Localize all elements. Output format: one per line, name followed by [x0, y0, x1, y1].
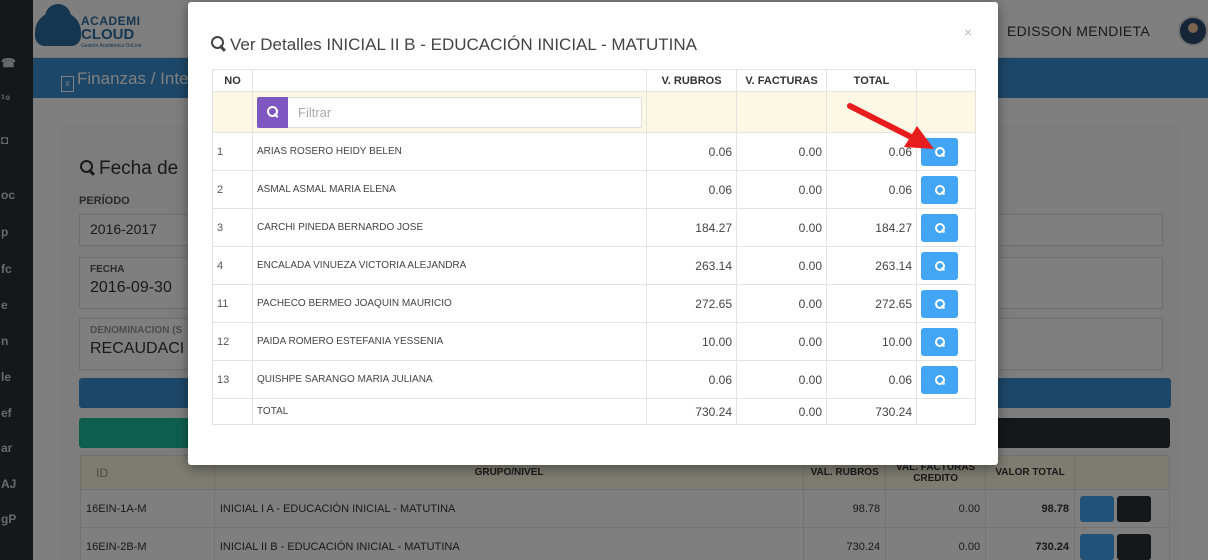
- modal-title-text: Ver Detalles INICIAL II B - EDUCACIÓN IN…: [230, 35, 697, 54]
- row-number: 13: [212, 360, 253, 399]
- row-total: 263.14: [826, 246, 917, 285]
- table-row: 2 ASMAL ASMAL MARIA ELENA 0.06 0.00 0.06: [212, 170, 976, 209]
- filter-cell-empty: [646, 91, 737, 133]
- table-row: 13 QUISHPE SARANGO MARIA JULIANA 0.06 0.00 0…: [212, 360, 976, 399]
- col-actions: [916, 69, 976, 92]
- row-number: 3: [212, 208, 253, 247]
- filter-cell-empty: [212, 91, 253, 133]
- row-actions: [916, 208, 976, 247]
- table-row: 1 ARIAS ROSERO HEIDY BELEN 0.06 0.00 0.06: [212, 132, 976, 171]
- col-total: TOTAL: [826, 69, 917, 92]
- search-icon: [211, 36, 226, 51]
- row-actions: [916, 360, 976, 399]
- row-facturas: 0.00: [736, 360, 827, 399]
- row-facturas: 0.00: [736, 322, 827, 361]
- filter-search-button[interactable]: [257, 96, 288, 128]
- row-number: 12: [212, 322, 253, 361]
- filter-cell-empty: [916, 91, 976, 133]
- total-empty: [212, 398, 253, 425]
- search-icon: [934, 298, 945, 309]
- total-rubros: 730.24: [646, 398, 737, 425]
- row-actions: [916, 132, 976, 171]
- row-actions: [916, 322, 976, 361]
- col-v-facturas: V. FACTURAS: [736, 69, 827, 92]
- student-name: PAIDA ROMERO ESTEFANIA YESSENIA: [252, 322, 647, 361]
- student-name: QUISHPE SARANGO MARIA JULIANA: [252, 360, 647, 399]
- search-icon: [934, 146, 945, 157]
- search-icon: [934, 184, 945, 195]
- search-icon: [934, 336, 945, 347]
- row-total: 0.06: [826, 170, 917, 209]
- row-number: 11: [212, 284, 253, 323]
- row-total: 0.06: [826, 360, 917, 399]
- students-table: NO V. RUBROS V. FACTURAS TOTAL Filtrar 1…: [212, 69, 976, 425]
- student-name: ARIAS ROSERO HEIDY BELEN: [252, 132, 647, 171]
- row-rubros: 272.65: [646, 284, 737, 323]
- row-total: 10.00: [826, 322, 917, 361]
- total-row: TOTAL 730.24 0.00 730.24: [212, 398, 976, 425]
- student-name: PACHECO BERMEO JOAQUIN MAURICIO: [252, 284, 647, 323]
- view-details-button[interactable]: [921, 365, 958, 394]
- search-icon: [934, 222, 945, 233]
- row-rubros: 263.14: [646, 246, 737, 285]
- view-details-button[interactable]: [921, 213, 958, 242]
- row-rubros: 184.27: [646, 208, 737, 247]
- table-row: 12 PAIDA ROMERO ESTEFANIA YESSENIA 10.00 0.…: [212, 322, 976, 361]
- filter-group: [257, 96, 646, 128]
- row-total: 0.06: [826, 132, 917, 171]
- filter-cell: [252, 91, 647, 133]
- table-row: 3 CARCHI PINEDA BERNARDO JOSE 184.27 0.00 18…: [212, 208, 976, 247]
- row-total: 184.27: [826, 208, 917, 247]
- view-details-button[interactable]: [921, 175, 958, 204]
- row-facturas: 0.00: [736, 132, 827, 171]
- total-total: 730.24: [826, 398, 917, 425]
- col-no: NO: [212, 69, 253, 92]
- row-rubros: 0.06: [646, 360, 737, 399]
- row-actions: [916, 284, 976, 323]
- table-row: 11 PACHECO BERMEO JOAQUIN MAURICIO 272.65 0…: [212, 284, 976, 323]
- view-details-button[interactable]: [921, 251, 958, 280]
- total-facturas: 0.00: [736, 398, 827, 425]
- row-rubros: 0.06: [646, 170, 737, 209]
- search-icon: [934, 260, 945, 271]
- modal-title: Ver Detalles INICIAL II B - EDUCACIÓN IN…: [211, 35, 697, 55]
- row-total: 272.65: [826, 284, 917, 323]
- row-number: 4: [212, 246, 253, 285]
- student-name: ASMAL ASMAL MARIA ELENA: [252, 170, 647, 209]
- row-facturas: 0.00: [736, 284, 827, 323]
- row-actions: [916, 246, 976, 285]
- col-v-rubros: V. RUBROS: [646, 69, 737, 92]
- filter-row: [212, 91, 976, 133]
- filter-cell-empty: [736, 91, 827, 133]
- search-icon: [934, 374, 945, 385]
- filter-cell-empty: [826, 91, 917, 133]
- view-details-button[interactable]: [921, 327, 958, 356]
- filter-input[interactable]: [288, 96, 642, 128]
- total-label: TOTAL: [252, 398, 647, 425]
- col-name: [252, 69, 647, 92]
- student-name: ENCALADA VINUEZA VICTORIA ALEJANDRA: [252, 246, 647, 285]
- row-facturas: 0.00: [736, 246, 827, 285]
- student-name: CARCHI PINEDA BERNARDO JOSE: [252, 208, 647, 247]
- total-actions: [916, 398, 976, 425]
- row-number: 1: [212, 132, 253, 171]
- view-details-button[interactable]: [921, 289, 958, 318]
- row-facturas: 0.00: [736, 170, 827, 209]
- row-number: 2: [212, 170, 253, 209]
- details-modal: Ver Detalles INICIAL II B - EDUCACIÓN IN…: [188, 2, 998, 465]
- search-icon: [266, 106, 279, 118]
- close-button[interactable]: ×: [964, 24, 972, 40]
- table-row: 4 ENCALADA VINUEZA VICTORIA ALEJANDRA 263.…: [212, 246, 976, 285]
- view-details-button[interactable]: [921, 137, 958, 166]
- row-rubros: 10.00: [646, 322, 737, 361]
- row-rubros: 0.06: [646, 132, 737, 171]
- row-actions: [916, 170, 976, 209]
- row-facturas: 0.00: [736, 208, 827, 247]
